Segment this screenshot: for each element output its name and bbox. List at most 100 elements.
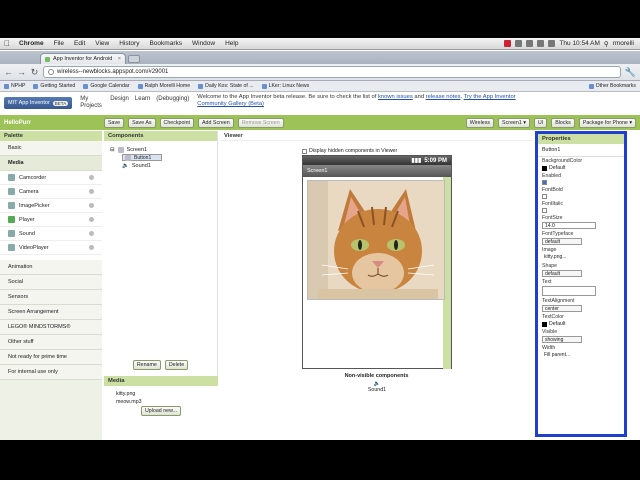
collapse-icon[interactable]: ⊟ bbox=[110, 147, 115, 153]
help-icon[interactable] bbox=[89, 231, 94, 236]
delete-button[interactable]: Delete bbox=[164, 360, 189, 370]
palette-internal[interactable]: For internal use only bbox=[0, 365, 102, 380]
bookmark-item[interactable]: LKer: Linux News bbox=[261, 83, 309, 89]
palette-item-camcorder[interactable]: Camcorder bbox=[0, 171, 102, 185]
menu-bookmarks[interactable]: Bookmarks bbox=[144, 40, 187, 47]
address-bar[interactable]: wireless--newblocks.appspot.com/#29001 bbox=[43, 66, 621, 78]
media-file-meow[interactable]: meow.mp3 bbox=[104, 398, 218, 406]
menu-view[interactable]: View bbox=[90, 40, 114, 47]
bookmark-item[interactable]: Google Calendar bbox=[83, 83, 130, 89]
other-bookmarks[interactable]: Other Bookmarks bbox=[588, 83, 636, 89]
rename-button[interactable]: Rename bbox=[132, 360, 161, 370]
help-icon[interactable] bbox=[89, 189, 94, 194]
reload-icon[interactable]: ↻ bbox=[30, 67, 39, 78]
text-input[interactable] bbox=[542, 286, 596, 296]
width-picker[interactable]: Fill parent... bbox=[542, 352, 596, 359]
palette-item-player[interactable]: Player bbox=[0, 213, 102, 227]
palette-screen-arrangement[interactable]: Screen Arrangement bbox=[0, 305, 102, 320]
volume-icon[interactable] bbox=[537, 40, 545, 47]
save-as-button[interactable]: Save As bbox=[128, 117, 156, 128]
upload-new-button[interactable]: Upload new... bbox=[140, 406, 182, 416]
palette-other-stuff[interactable]: Other stuff bbox=[0, 335, 102, 350]
media-file-kitty[interactable]: kitty.png bbox=[104, 390, 218, 398]
record-icon[interactable] bbox=[504, 40, 512, 47]
wrench-icon[interactable]: 🔧 bbox=[625, 67, 636, 78]
menu-window[interactable]: Window bbox=[187, 40, 220, 47]
color-swatch[interactable] bbox=[542, 321, 547, 327]
palette-media[interactable]: Media bbox=[0, 156, 102, 171]
palette-sensors[interactable]: Sensors bbox=[0, 290, 102, 305]
nav-design[interactable]: Design bbox=[110, 96, 129, 110]
palette-lego[interactable]: LEGO® MINDSTORMS® bbox=[0, 320, 102, 335]
palette-item-camera[interactable]: Camera bbox=[0, 185, 102, 199]
help-icon[interactable] bbox=[89, 175, 94, 180]
fontitalic-checkbox[interactable] bbox=[542, 208, 547, 213]
add-screen-button[interactable]: Add Screen bbox=[198, 117, 234, 128]
close-tab-icon[interactable]: × bbox=[118, 56, 121, 62]
nav-learn[interactable]: Learn bbox=[135, 96, 150, 110]
menubar-clock[interactable]: Thu 10:54 AM bbox=[559, 40, 599, 47]
package-button[interactable]: Package for Phone ▾ bbox=[578, 117, 636, 128]
bluetooth-icon[interactable] bbox=[515, 40, 523, 47]
palette-not-ready[interactable]: Not ready for prime time bbox=[0, 350, 102, 365]
nonvisible-sound1[interactable]: 🔈 Sound1 bbox=[367, 381, 387, 393]
menu-edit[interactable]: Edit bbox=[69, 40, 90, 47]
palette-item-imagepicker[interactable]: ImagePicker bbox=[0, 199, 102, 213]
tree-sound1[interactable]: 🔈 Sound1 bbox=[122, 161, 211, 170]
known-issues-link[interactable]: known issues bbox=[378, 94, 413, 100]
save-button[interactable]: Save bbox=[104, 117, 125, 128]
bookmark-item[interactable]: Ralph Morelli Home bbox=[137, 83, 190, 89]
nav-debugging[interactable]: (Debugging) bbox=[156, 96, 189, 110]
spotlight-icon[interactable]: ⚲ bbox=[604, 40, 609, 48]
typeface-select[interactable]: default bbox=[542, 238, 582, 245]
enabled-checkbox[interactable] bbox=[542, 180, 547, 185]
forward-icon[interactable]: → bbox=[17, 67, 26, 77]
help-icon[interactable] bbox=[89, 217, 94, 222]
blocks-button[interactable]: Blocks bbox=[551, 117, 575, 128]
palette-item-sound[interactable]: Sound bbox=[0, 227, 102, 241]
wifi-icon[interactable] bbox=[526, 40, 534, 47]
checkbox[interactable] bbox=[302, 148, 307, 154]
display-hidden-checkbox[interactable]: Display hidden components in Viewer bbox=[302, 148, 397, 154]
fontbold-checkbox[interactable] bbox=[542, 194, 547, 199]
bookmark-item[interactable]: Daily Kos: State of ... bbox=[198, 83, 254, 89]
tree-button1[interactable]: Button1 bbox=[122, 154, 162, 161]
palette-animation[interactable]: Animation bbox=[0, 260, 102, 275]
menu-help[interactable]: Help bbox=[220, 40, 243, 47]
menu-app[interactable]: Chrome bbox=[14, 40, 49, 47]
screen-select[interactable]: Screen1 ▾ bbox=[498, 117, 530, 128]
app-logo[interactable]: MIT App Inventor BETA bbox=[4, 97, 73, 109]
screen-icon bbox=[117, 146, 124, 153]
remove-screen-button[interactable]: Remove Screen bbox=[237, 117, 284, 128]
back-icon[interactable]: ← bbox=[4, 67, 13, 77]
help-icon[interactable] bbox=[89, 203, 94, 208]
help-icon[interactable] bbox=[89, 245, 94, 250]
kitty-image-button[interactable] bbox=[307, 180, 445, 300]
checkpoint-button[interactable]: Checkpoint bbox=[159, 117, 195, 128]
tree-screen1[interactable]: ⊟ Screen1 bbox=[110, 145, 211, 154]
palette-social[interactable]: Social bbox=[0, 275, 102, 290]
alignment-select[interactable]: center bbox=[542, 305, 582, 312]
tab-strip: App Inventor for Android × bbox=[0, 51, 640, 64]
image-picker[interactable]: kitty.png... bbox=[542, 254, 596, 261]
ui-button[interactable]: UI bbox=[533, 117, 548, 128]
shape-select[interactable]: default bbox=[542, 270, 582, 277]
visible-select[interactable]: showing bbox=[542, 336, 582, 343]
palette-item-videoplayer[interactable]: VideoPlayer bbox=[0, 241, 102, 255]
wireless-button[interactable]: Wireless bbox=[465, 117, 495, 128]
menubar-user[interactable]: rmorelli bbox=[613, 40, 634, 47]
release-notes-link[interactable]: release notes bbox=[426, 94, 461, 100]
apple-icon[interactable]:  bbox=[0, 39, 14, 48]
bookmark-item[interactable]: Getting Started bbox=[33, 83, 75, 89]
menu-file[interactable]: File bbox=[49, 40, 69, 47]
new-tab-button[interactable] bbox=[128, 55, 140, 63]
battery-icon[interactable] bbox=[548, 40, 556, 47]
palette-basic[interactable]: Basic bbox=[0, 141, 102, 156]
browser-tab[interactable]: App Inventor for Android × bbox=[40, 53, 126, 64]
fontsize-input[interactable]: 14.0 bbox=[542, 222, 596, 229]
nav-my-projects[interactable]: My Projects bbox=[80, 96, 104, 110]
menu-history[interactable]: History bbox=[114, 40, 144, 47]
tab-title: App Inventor for Android bbox=[53, 56, 113, 62]
color-swatch[interactable] bbox=[542, 165, 547, 171]
bookmark-item[interactable]: NPHP bbox=[4, 83, 25, 89]
